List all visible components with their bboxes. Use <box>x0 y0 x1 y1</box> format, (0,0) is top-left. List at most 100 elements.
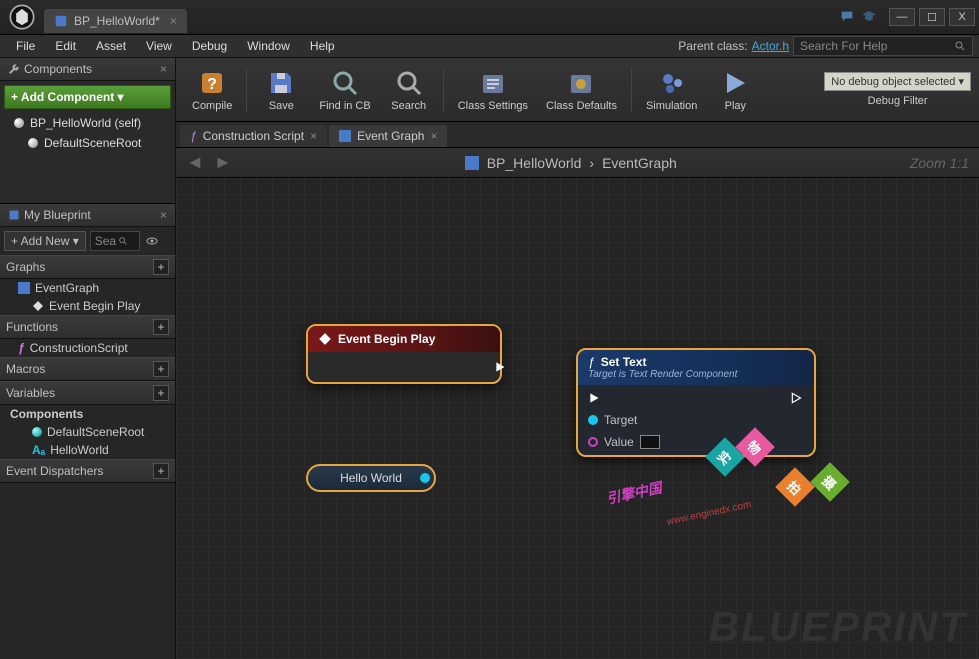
tab-event-graph[interactable]: Event Graph × <box>329 125 447 147</box>
chat-icon[interactable] <box>839 9 855 25</box>
main-tab[interactable]: BP_HelloWorld* × <box>44 9 187 33</box>
search-icon <box>393 68 425 98</box>
class-defaults-button[interactable]: Class Defaults <box>538 64 625 116</box>
add-component-button[interactable]: + Add Component ▾ <box>4 85 171 109</box>
tree-label: EventGraph <box>35 281 99 295</box>
close-icon[interactable]: × <box>170 14 177 28</box>
zoom-indicator: Zoom 1:1 <box>910 155 969 171</box>
section-graphs[interactable]: Graphs + <box>0 255 175 279</box>
tree-label: Event Begin Play <box>49 299 140 313</box>
close-icon[interactable]: × <box>310 129 317 143</box>
function-icon: ƒ <box>190 129 197 143</box>
compile-icon: ? <box>196 68 228 98</box>
event-node-icon <box>32 300 44 312</box>
graduation-icon[interactable] <box>861 9 877 25</box>
blueprint-tab-icon <box>54 14 68 28</box>
add-button[interactable]: + <box>153 385 169 401</box>
defaults-icon <box>565 68 597 98</box>
tree-item-construction-script[interactable]: ƒ ConstructionScript <box>0 339 175 357</box>
menu-file[interactable]: File <box>6 36 45 56</box>
add-button[interactable]: + <box>153 319 169 335</box>
play-icon <box>719 68 751 98</box>
object-pin-in[interactable] <box>588 415 598 425</box>
add-button[interactable]: + <box>153 259 169 275</box>
section-macros[interactable]: Macros + <box>0 357 175 381</box>
debug-object-select[interactable]: No debug object selected ▾ <box>824 72 971 91</box>
node-title: Set Text <box>601 355 647 369</box>
node-set-text[interactable]: ƒ Set Text Target is Text Render Compone… <box>576 348 816 457</box>
my-blueprint-header[interactable]: My Blueprint × <box>0 204 175 227</box>
find-in-cb-button[interactable]: Find in CB <box>311 64 378 116</box>
section-event-dispatchers[interactable]: Event Dispatchers + <box>0 459 175 483</box>
tree-item-event-begin-play[interactable]: Event Begin Play <box>0 297 175 315</box>
save-button[interactable]: Save <box>253 64 309 116</box>
nav-forward-button[interactable]: ► <box>214 152 232 173</box>
minimize-button[interactable]: — <box>889 8 915 26</box>
blueprint-search-input[interactable]: Sea <box>90 231 140 251</box>
section-label: Functions <box>6 320 58 334</box>
menu-window[interactable]: Window <box>237 36 300 56</box>
tree-label: HelloWorld <box>50 443 108 457</box>
add-button[interactable]: + <box>153 361 169 377</box>
tree-item-defaultsceneroot[interactable]: DefaultSceneRoot <box>0 423 175 441</box>
tree-subsection-components[interactable]: Components <box>0 405 175 423</box>
function-icon: ƒ <box>18 341 25 355</box>
search-icon <box>118 236 128 246</box>
close-icon[interactable]: × <box>160 208 167 222</box>
value-pin-in[interactable] <box>588 437 598 447</box>
graph-canvas[interactable]: Event Begin Play Hello World ƒ Set Text <box>176 178 979 659</box>
blueprint-watermark: BLUEPRINT <box>709 603 967 651</box>
menu-asset[interactable]: Asset <box>86 36 136 56</box>
object-pin-out[interactable] <box>420 473 430 483</box>
tree-item-helloworld[interactable]: Aₐ HelloWorld <box>0 441 175 459</box>
component-var-icon <box>32 427 42 437</box>
add-new-label: + Add New ▾ <box>11 234 79 248</box>
watermark-text: 引擎中国 <box>605 477 664 508</box>
add-component-label: + Add Component ▾ <box>11 90 124 104</box>
section-functions[interactable]: Functions + <box>0 315 175 339</box>
components-panel-header[interactable]: Components × <box>0 58 175 81</box>
close-icon[interactable]: × <box>430 129 437 143</box>
maximize-button[interactable]: ☐ <box>919 8 945 26</box>
menu-debug[interactable]: Debug <box>182 36 237 56</box>
exec-pin-out[interactable] <box>494 360 508 374</box>
menu-view[interactable]: View <box>136 36 182 56</box>
parent-class-link[interactable]: Actor.h <box>752 39 789 53</box>
component-root-item[interactable]: BP_HelloWorld (self) <box>0 113 175 133</box>
value-input[interactable] <box>640 435 660 449</box>
pin-label: Target <box>604 413 637 427</box>
menu-edit[interactable]: Edit <box>45 36 86 56</box>
compile-button[interactable]: ? Compile <box>184 64 240 116</box>
watermark-badge: 拍 <box>775 467 815 507</box>
node-event-begin-play[interactable]: Event Begin Play <box>306 324 502 384</box>
close-icon[interactable]: × <box>160 62 167 76</box>
watermark-badge: 摄 <box>810 462 850 502</box>
search-help-input[interactable]: Search For Help <box>793 36 973 56</box>
add-new-button[interactable]: + Add New ▾ <box>4 231 86 251</box>
exec-pin-out[interactable] <box>790 391 804 405</box>
search-button[interactable]: Search <box>381 64 437 116</box>
search-help-placeholder: Search For Help <box>800 39 887 53</box>
component-child-item[interactable]: DefaultSceneRoot <box>0 133 175 153</box>
close-button[interactable]: X <box>949 8 975 26</box>
node-label: Hello World <box>340 471 402 485</box>
breadcrumb-root[interactable]: BP_HelloWorld <box>487 155 582 171</box>
menu-help[interactable]: Help <box>300 36 345 56</box>
exec-pin-in[interactable] <box>588 391 602 405</box>
breadcrumb-current[interactable]: EventGraph <box>602 155 677 171</box>
simulation-button[interactable]: Simulation <box>638 64 705 116</box>
section-variables[interactable]: Variables + <box>0 381 175 405</box>
section-label: Graphs <box>6 260 45 274</box>
component-child-label: DefaultSceneRoot <box>44 136 141 150</box>
sphere-icon <box>28 138 38 148</box>
tool-label: Class Defaults <box>546 100 617 112</box>
play-button[interactable]: Play <box>707 64 763 116</box>
add-button[interactable]: + <box>153 463 169 479</box>
nav-back-button[interactable]: ◄ <box>186 152 204 173</box>
menubar: File Edit Asset View Debug Window Help P… <box>0 35 979 58</box>
eye-icon[interactable] <box>144 235 160 247</box>
node-hello-world-var[interactable]: Hello World <box>306 464 436 492</box>
tree-item-eventgraph[interactable]: EventGraph <box>0 279 175 297</box>
class-settings-button[interactable]: Class Settings <box>450 64 536 116</box>
tab-construction-script[interactable]: ƒ Construction Script × <box>180 125 327 147</box>
